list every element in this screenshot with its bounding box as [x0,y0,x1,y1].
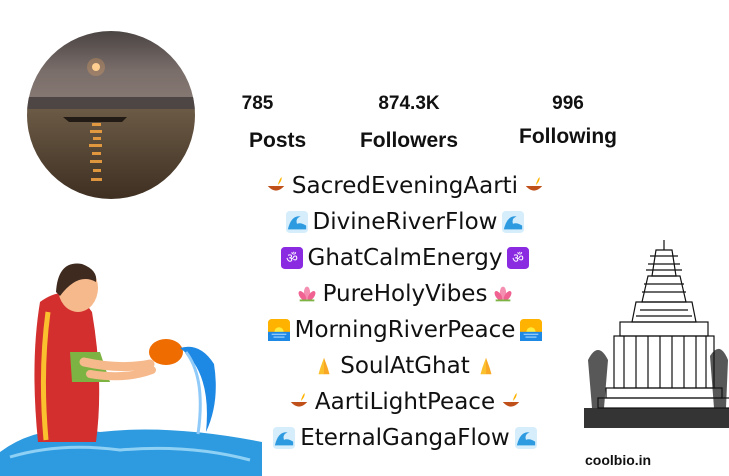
sunrise-icon [267,319,290,341]
svg-text:ॐ: ॐ [513,252,525,267]
stat-following[interactable]: 996 Following [508,93,628,149]
profile-avatar[interactable] [27,31,195,199]
bio-text: PureHolyVibes [322,281,488,307]
diya-icon [267,176,285,191]
bio-text: DivineRiverFlow [312,209,498,235]
bio-text: SacredEveningAarti [291,173,519,199]
bio-text: AartiLightPeace [314,389,496,415]
wave-icon [285,211,308,233]
bio-line: MorningRiverPeace [230,312,580,348]
lotus-icon [298,286,316,302]
following-count: 996 [552,93,584,114]
bio-line: SacredEveningAarti [230,168,580,204]
bio-line: DivineRiverFlow [230,204,580,240]
om-icon: ॐ [507,247,530,269]
diya-icon [502,392,520,407]
river-sunset-image [27,31,195,199]
bio-line: EternalGangaFlow [230,420,580,456]
followers-count: 874.3K [378,93,440,114]
following-label: Following [519,125,617,148]
stat-posts[interactable]: 785 Posts [225,93,307,153]
temple-illustration [584,240,729,428]
folded-hands-icon [480,357,492,375]
bio-line: PureHolyVibes [230,276,580,312]
bio-line: ॐ GhatCalmEnergy ॐ [230,240,580,276]
bio-line: AartiLightPeace [230,384,580,420]
bio-text: EternalGangaFlow [300,425,510,451]
stat-followers[interactable]: 874.3K Followers [350,93,468,153]
bio-text: SoulAtGhat [340,353,470,379]
sunrise-icon [520,319,543,341]
folded-hands-icon [318,357,330,375]
bio-line: SoulAtGhat [230,348,580,384]
om-icon: ॐ [280,247,303,269]
diya-icon [290,392,308,407]
bio: SacredEveningAarti DivineRiverFlow ॐ Gha… [230,168,580,456]
wave-icon [514,427,537,449]
woman-offering-water-illustration [0,263,262,476]
bio-text: MorningRiverPeace [294,317,516,343]
followers-label: Followers [359,129,459,152]
lotus-icon [494,286,512,302]
diya-icon [525,176,543,191]
wave-icon [273,427,296,449]
posts-count: 785 [241,93,274,114]
wave-icon [502,211,525,233]
svg-text:ॐ: ॐ [286,252,298,267]
bio-text: GhatCalmEnergy [307,245,503,271]
brand-watermark: coolbio.in [585,452,652,468]
posts-label: Posts [249,129,307,152]
